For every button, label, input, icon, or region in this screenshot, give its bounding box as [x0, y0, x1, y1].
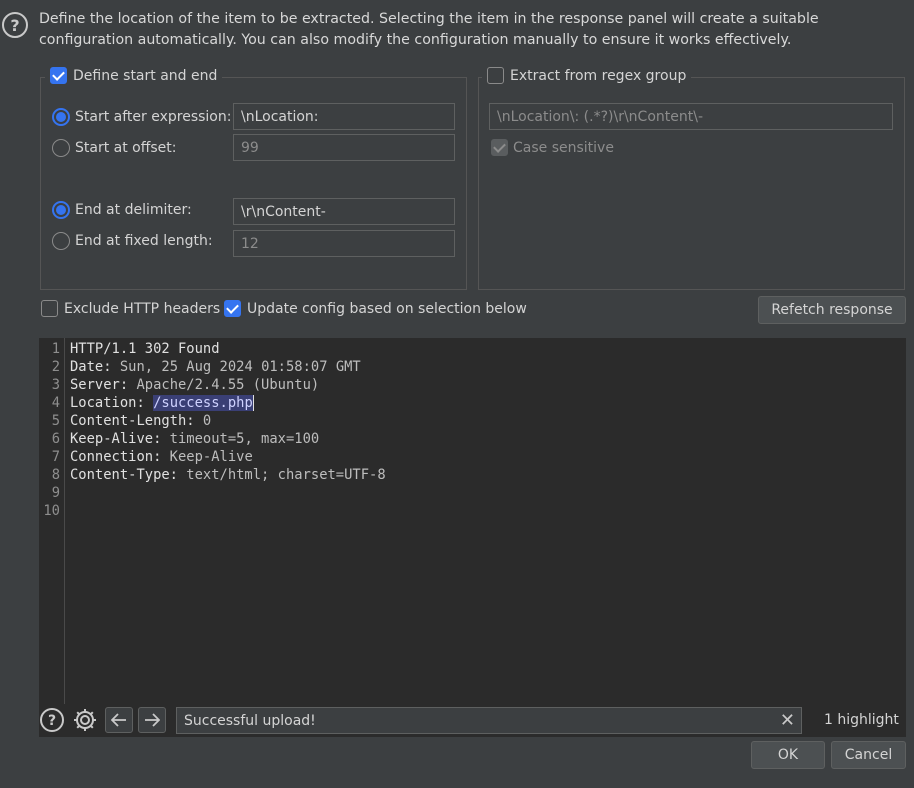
line-number: 3 [51, 377, 60, 393]
arrow-right-icon [145, 713, 160, 727]
line-content [60, 502, 70, 520]
start-after-input[interactable]: \nLocation: [233, 103, 455, 130]
search-input[interactable]: Successful upload! ✕ [176, 707, 802, 734]
line-number: 5 [51, 413, 60, 429]
start-after-label: Start after expression: [75, 109, 232, 125]
line-content: Content-Type: text/html; charset=UTF-8 [60, 466, 386, 484]
update-config-label: Update config based on selection below [247, 300, 527, 317]
response-line: 7 Connection: Keep-Alive [39, 448, 386, 466]
header-name: Connection: [70, 449, 162, 465]
line-content: HTTP/1.1 302 Found [60, 340, 220, 358]
end-delimiter-input[interactable]: \r\nContent- [233, 198, 455, 225]
update-config-option[interactable]: Update config based on selection below [224, 300, 527, 317]
header-value: Sun, 25 Aug 2024 01:58:07 GMT [111, 359, 361, 375]
next-match-button[interactable] [138, 707, 166, 733]
header-name: HTTP/1.1 302 Found [70, 341, 220, 357]
help-circle-icon[interactable]: ? [39, 707, 65, 733]
response-editor[interactable]: 1 HTTP/1.1 302 Found 2 Date: Sun, 25 Aug 20… [39, 338, 906, 737]
header-value: timeout=5, max=100 [161, 431, 320, 447]
previous-match-button[interactable] [105, 707, 133, 733]
search-input-value: Successful upload! [184, 712, 316, 729]
line-number: 7 [51, 449, 60, 465]
response-line: 9 [39, 484, 386, 502]
line-content [60, 484, 70, 502]
response-line: 10 [39, 502, 386, 520]
help-icon[interactable]: ? [2, 12, 28, 38]
line-content: Server: Apache/2.4.55 (Ubuntu) [60, 376, 319, 394]
response-line: 5 Content-Length: 0 [39, 412, 386, 430]
header-name: Date: [70, 359, 112, 375]
line-number: 2 [51, 359, 60, 375]
line-content: Content-Length: 0 [60, 412, 211, 430]
end-delimiter-option[interactable]: End at delimiter: [52, 201, 192, 219]
response-line: 4 Location: /success.php [39, 394, 386, 412]
line-content: Location: /success.php [60, 394, 254, 412]
line-number: 10 [43, 503, 60, 519]
svg-text:?: ? [48, 713, 56, 729]
end-fixed-option[interactable]: End at fixed length: [52, 232, 213, 250]
gear-icon[interactable] [72, 707, 98, 733]
line-number: 6 [51, 431, 60, 447]
response-line: 6 Keep-Alive: timeout=5, max=100 [39, 430, 386, 448]
line-number: 4 [51, 395, 60, 411]
start-after-option[interactable]: Start after expression: [52, 108, 231, 126]
response-line: 2 Date: Sun, 25 Aug 2024 01:58:07 GMT [39, 358, 386, 376]
define-start-end-label: Define start and end [73, 67, 218, 84]
end-delimiter-label: End at delimiter: [75, 202, 192, 218]
header-name: Keep-Alive: [70, 431, 162, 447]
start-offset-radio[interactable] [52, 139, 70, 157]
exclude-headers-option[interactable]: Exclude HTTP headers [41, 300, 220, 317]
header-name: Content-Type: [70, 467, 178, 483]
header-value: text/html; charset=UTF-8 [177, 467, 386, 483]
text-caret [252, 395, 254, 411]
description-text: Define the location of the item to be ex… [39, 11, 819, 48]
case-sensitive-label: Case sensitive [513, 139, 614, 156]
update-config-checkbox[interactable] [224, 300, 241, 317]
highlight-count: 1 highlight [824, 712, 899, 728]
exclude-headers-checkbox[interactable] [41, 300, 58, 317]
response-line: 1 HTTP/1.1 302 Found [39, 340, 386, 358]
end-fixed-label: End at fixed length: [75, 233, 213, 249]
refetch-response-button[interactable]: Refetch response [758, 296, 906, 324]
selected-text-highlight[interactable]: /success.php [153, 395, 253, 411]
line-content: Connection: Keep-Alive [60, 448, 253, 466]
response-line: 3 Server: Apache/2.4.55 (Ubuntu) [39, 376, 386, 394]
define-start-end-checkbox[interactable] [50, 67, 67, 84]
response-line: 8 Content-Type: text/html; charset=UTF-8 [39, 466, 386, 484]
header-name: Location: [70, 395, 145, 411]
line-content: Keep-Alive: timeout=5, max=100 [60, 430, 319, 448]
header-name: Content-Length: [70, 413, 195, 429]
line-content: Date: Sun, 25 Aug 2024 01:58:07 GMT [60, 358, 361, 376]
regex-label: Extract from regex group [510, 67, 687, 84]
header-value: Apache/2.4.55 (Ubuntu) [128, 377, 320, 393]
regex-input[interactable]: \nLocation\: (.*?)\r\nContent\- [489, 103, 893, 130]
arrow-left-icon [111, 713, 126, 727]
case-sensitive-checkbox[interactable] [491, 139, 508, 156]
start-after-radio[interactable] [52, 108, 70, 126]
start-offset-label: Start at offset: [75, 140, 177, 156]
cancel-button[interactable]: Cancel [831, 741, 906, 769]
header-value: Keep-Alive [161, 449, 253, 465]
start-offset-option[interactable]: Start at offset: [52, 139, 177, 157]
header-value [145, 395, 153, 411]
line-number: 8 [51, 467, 60, 483]
end-delimiter-radio[interactable] [52, 201, 70, 219]
line-number: 1 [51, 341, 60, 357]
header-name: Server: [70, 377, 129, 393]
ok-button[interactable]: OK [751, 741, 825, 769]
end-fixed-input[interactable]: 12 [233, 230, 455, 257]
end-fixed-radio[interactable] [52, 232, 70, 250]
regex-legend: Extract from regex group [482, 67, 692, 84]
exclude-headers-label: Exclude HTTP headers [64, 300, 221, 317]
clear-search-icon[interactable]: ✕ [780, 711, 795, 730]
define-start-end-legend: Define start and end [45, 67, 223, 84]
start-offset-input[interactable]: 99 [233, 134, 455, 161]
line-number: 9 [51, 485, 60, 501]
regex-checkbox[interactable] [487, 67, 504, 84]
case-sensitive-option[interactable]: Case sensitive [491, 139, 614, 156]
header-value: 0 [194, 413, 212, 429]
response-code: 1 HTTP/1.1 302 Found 2 Date: Sun, 25 Aug 20… [39, 340, 386, 520]
